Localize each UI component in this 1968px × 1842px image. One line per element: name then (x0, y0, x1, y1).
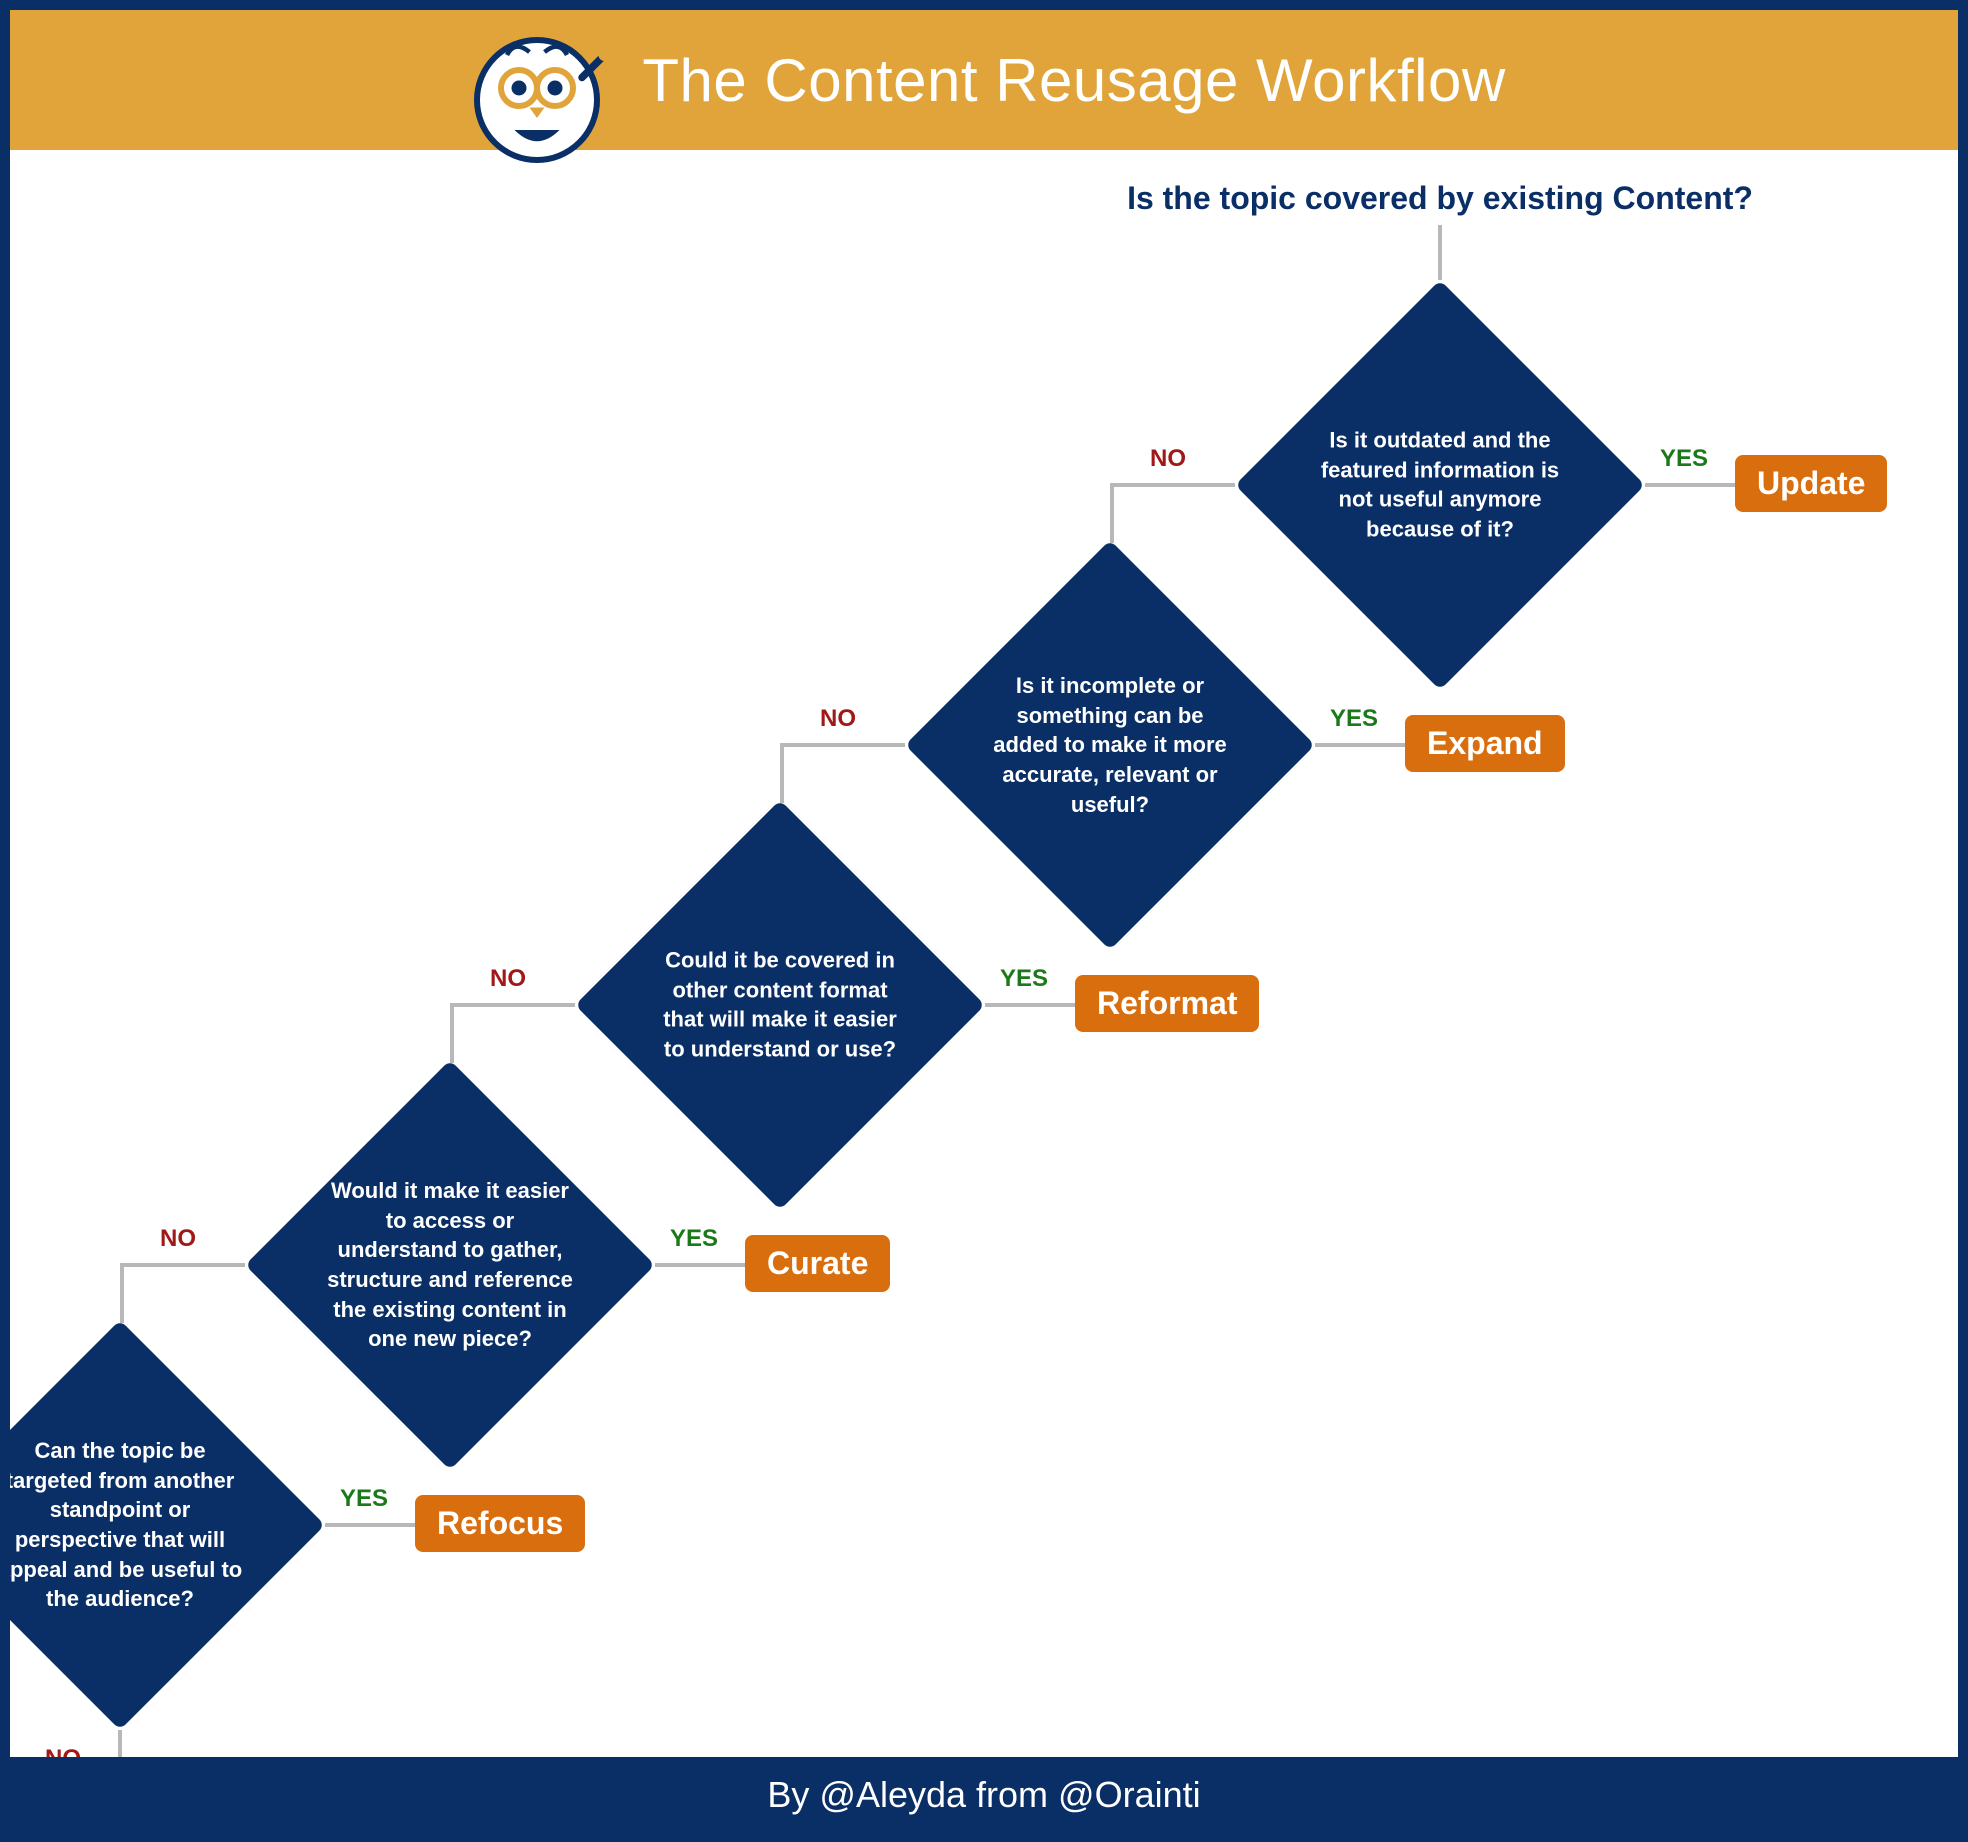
no-label: NO (820, 705, 856, 733)
connector (1645, 483, 1735, 487)
connector (655, 1263, 745, 1267)
connector (450, 1003, 454, 1063)
connector (325, 1523, 415, 1527)
diagram-frame: The Content Reusage Workflow Is the topi… (0, 0, 1968, 1842)
connector (1110, 483, 1114, 543)
connector (120, 1263, 124, 1323)
connector (1315, 743, 1405, 747)
decision-reformat-text: Could it be covered in other content for… (655, 946, 905, 1065)
header-title: The Content Reusage Workflow (642, 46, 1505, 115)
flowchart-canvas: Is the topic covered by existing Content… (10, 150, 1958, 1757)
start-question: Is the topic covered by existing Content… (1090, 180, 1790, 217)
yes-label: YES (670, 1225, 718, 1253)
no-label: NO (1150, 445, 1186, 473)
decision-incomplete-text: Is it incomplete or something can be add… (985, 671, 1235, 819)
decision-outdated-text: Is it outdated and the featured informat… (1315, 426, 1565, 545)
connector (1110, 483, 1235, 487)
connector (780, 743, 905, 747)
action-curate: Curate (745, 1235, 890, 1292)
action-refocus: Refocus (415, 1495, 585, 1552)
connector (450, 1003, 575, 1007)
decision-refocus-text: Can the topic be targeted from another s… (0, 1436, 245, 1614)
action-reformat: Reformat (1075, 975, 1259, 1032)
footer-bar: By @Aleyda from @Orainti (10, 1757, 1958, 1832)
yes-label: YES (340, 1485, 388, 1513)
header-bar: The Content Reusage Workflow (10, 10, 1958, 150)
connector (985, 1003, 1075, 1007)
action-expand: Expand (1405, 715, 1565, 772)
no-label: NO (160, 1225, 196, 1253)
connector (780, 743, 784, 803)
decision-curate-text: Would it make it easier to access or und… (325, 1176, 575, 1354)
connector (120, 1263, 245, 1267)
yes-label: YES (1000, 965, 1048, 993)
no-label: NO (490, 965, 526, 993)
yes-label: YES (1660, 445, 1708, 473)
connector (1438, 225, 1442, 280)
yes-label: YES (1330, 705, 1378, 733)
action-update: Update (1735, 455, 1887, 512)
footer-text: By @Aleyda from @Orainti (767, 1774, 1200, 1816)
